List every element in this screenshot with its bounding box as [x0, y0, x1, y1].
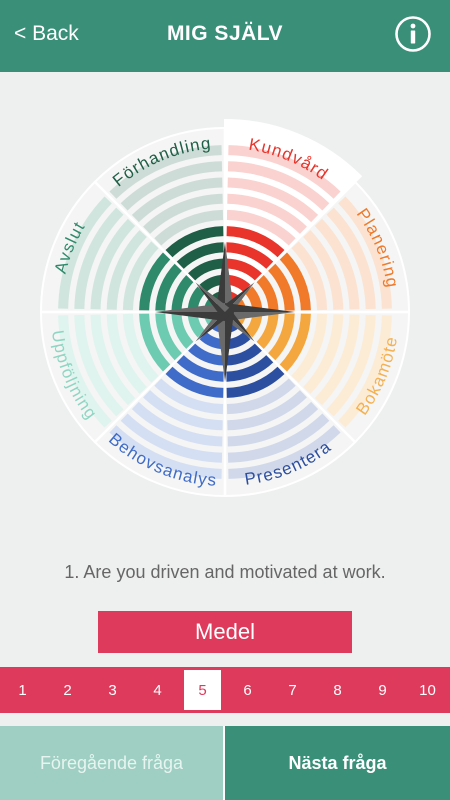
scale-option-3[interactable]: 3: [90, 667, 135, 713]
scale-option-4[interactable]: 4: [135, 667, 180, 713]
next-question-button[interactable]: Nästa fråga: [225, 726, 450, 800]
question-text: 1. Are you driven and motivated at work.: [64, 562, 386, 582]
skills-wheel[interactable]: KundvårdPlaneringBokamötePresenteraBehov…: [0, 72, 450, 542]
scale-option-2[interactable]: 2: [45, 667, 90, 713]
scale-option-8[interactable]: 8: [315, 667, 360, 713]
scale-option-10[interactable]: 10: [405, 667, 450, 713]
app-header: < Back MIG SJÄLV: [0, 0, 450, 72]
previous-question-button[interactable]: Föregående fråga: [0, 726, 225, 800]
scale-option-6[interactable]: 6: [225, 667, 270, 713]
answer-value-button[interactable]: Medel: [98, 611, 352, 653]
info-icon[interactable]: [394, 15, 432, 53]
rating-scale: 1 2 3 4 5 6 7 8 9 10: [0, 667, 450, 713]
scale-option-9[interactable]: 9: [360, 667, 405, 713]
scale-option-1[interactable]: 1: [0, 667, 45, 713]
back-button[interactable]: < Back: [14, 22, 79, 46]
scale-option-5[interactable]: 5: [180, 667, 225, 713]
navigation-buttons: Föregående fråga Nästa fråga: [0, 726, 450, 800]
scale-option-7[interactable]: 7: [270, 667, 315, 713]
